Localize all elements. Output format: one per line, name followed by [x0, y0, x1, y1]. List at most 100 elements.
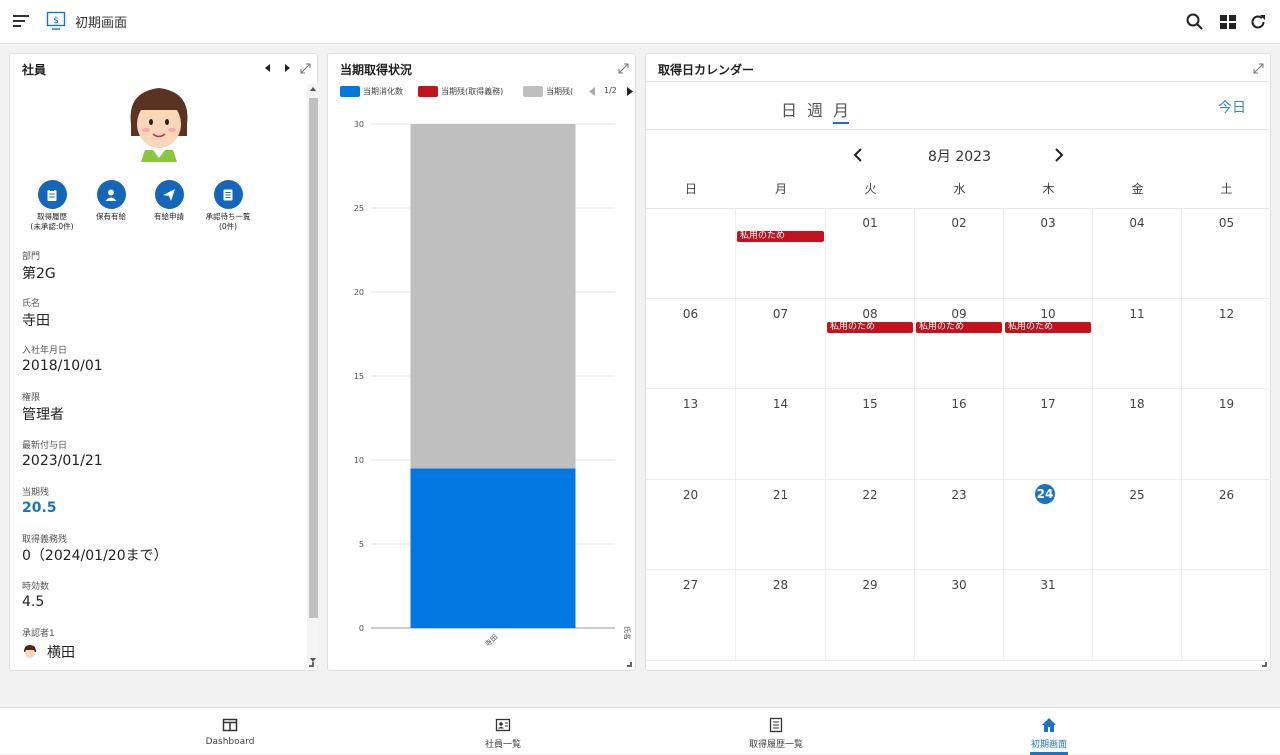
resize-handle[interactable]	[1262, 662, 1267, 667]
tab-day[interactable]: 日	[781, 101, 797, 120]
nav-history[interactable]: 取得履歴一覧	[696, 708, 856, 755]
chart-legend: 当期消化数 当期残(取得義務) 当期残( 1/2	[340, 84, 633, 98]
calendar-day-cell[interactable]: 18	[1093, 389, 1182, 480]
bar-segment	[410, 468, 576, 628]
clipboard-icon	[47, 188, 57, 201]
calendar-panel: 取得日カレンダー 日週月 今日 8月 2023 日月火水木金土 01 02 03 04 0…	[645, 53, 1271, 671]
calendar-day-cell[interactable]: 26	[1182, 480, 1271, 570]
calendar-day-cell[interactable]: 17	[1004, 389, 1093, 480]
nav-dashboard[interactable]: Dashboard	[150, 708, 310, 755]
nav-label: 社員一覧	[484, 740, 521, 750]
calendar-day-cell[interactable]: 30	[915, 570, 1004, 661]
day-number: 30	[951, 578, 967, 592]
scrollbar[interactable]	[307, 84, 319, 666]
calendar-day-cell[interactable]: 28	[736, 570, 826, 661]
calendar-event[interactable]: 私用のため	[1005, 321, 1091, 333]
legend-prev-icon[interactable]	[588, 87, 596, 96]
calendar-day-cell[interactable]	[1182, 570, 1271, 661]
field-label-name: 氏名	[22, 299, 41, 309]
calendar-day-cell[interactable]: 06	[646, 298, 736, 389]
prev-icon[interactable]	[264, 64, 272, 72]
day-number: 08	[862, 306, 878, 321]
today-button[interactable]: 今日	[1218, 97, 1246, 117]
calendar-day-cell[interactable]: 01	[826, 208, 915, 299]
y-tick-label: 30	[354, 120, 364, 129]
calendar-day-cell[interactable]: 03	[1004, 208, 1093, 299]
expand-icon[interactable]	[1253, 63, 1264, 74]
calendar-day-cell[interactable]: 11	[1093, 298, 1182, 389]
legend-item[interactable]: 当期残(取得義務)	[418, 86, 503, 97]
calendar-day-cell[interactable]	[1093, 570, 1182, 661]
day-number: 31	[1040, 578, 1056, 592]
legend-item[interactable]: 当期残(	[523, 86, 583, 97]
day-number: 25	[1129, 487, 1145, 502]
search-icon[interactable]	[1185, 12, 1205, 32]
scrollbar-thumb[interactable]	[309, 98, 318, 618]
nav-employees[interactable]: 社員一覧	[423, 708, 583, 755]
history-button[interactable]: 取得履歴 (未承認:0件)	[22, 180, 82, 232]
calendar-event[interactable]: 私用のため	[827, 321, 913, 333]
calendar-day-cell[interactable]: 25	[1093, 479, 1182, 570]
tab-month[interactable]: 月	[833, 101, 850, 124]
next-icon[interactable]	[283, 64, 291, 72]
calendar-day-cell[interactable]: 15	[826, 389, 915, 480]
calendar-day-cell[interactable]: 19	[1182, 389, 1271, 480]
expand-icon[interactable]	[618, 63, 629, 74]
resize-handle[interactable]	[309, 662, 314, 667]
resize-handle[interactable]	[627, 662, 632, 667]
expand-icon[interactable]	[300, 63, 311, 74]
field-value-expired: 4.5	[22, 594, 45, 610]
bottom-nav: Dashboard 社員一覧 取得履歴一覧 初期画面	[0, 707, 1280, 755]
calendar-day-cell[interactable]	[646, 208, 736, 299]
next-month-icon[interactable]	[1053, 148, 1065, 162]
calendar-day-cell[interactable]: 08	[826, 298, 915, 389]
leave-request-button[interactable]: 有給申請	[139, 180, 199, 222]
calendar-day-cell[interactable]: 20	[646, 479, 736, 570]
leave-balance-button[interactable]: 保有有給	[81, 180, 141, 222]
tab-week[interactable]: 週	[807, 101, 823, 120]
send-icon	[163, 188, 175, 201]
svg-text:$: $	[53, 16, 59, 26]
calendar-day-cell[interactable]	[736, 208, 826, 299]
day-number: 16	[951, 397, 967, 411]
field-label-department: 部門	[22, 252, 41, 262]
calendar-day-cell[interactable]: 27	[646, 570, 736, 661]
prev-month-icon[interactable]	[852, 148, 864, 162]
id-card-icon	[495, 718, 511, 732]
day-number: 07	[772, 306, 789, 321]
weekday-header: 日	[684, 182, 697, 196]
calendar-day-cell[interactable]: 05	[1182, 208, 1271, 299]
calendar-day-cell[interactable]: 04	[1093, 208, 1182, 299]
calendar-day-cell[interactable]: 23	[915, 479, 1004, 570]
legend-next-icon[interactable]	[626, 87, 634, 96]
user-icon	[105, 189, 117, 201]
calendar-day-cell[interactable]: 16	[915, 389, 1004, 480]
nav-label: 初期画面	[1030, 740, 1067, 750]
grid-icon[interactable]	[1218, 12, 1238, 32]
calendar-day-cell[interactable]: 31	[1004, 570, 1093, 661]
refresh-icon[interactable]	[1248, 12, 1268, 32]
menu-icon[interactable]	[13, 15, 29, 27]
calendar-day-cell[interactable]: 14	[736, 389, 826, 480]
calendar-event[interactable]: 私用のため	[737, 231, 824, 242]
page-title: 初期画面	[75, 16, 128, 31]
x-tick-label: 寺田	[484, 633, 500, 649]
pending-approvals-button[interactable]: 承認待ち一覧 (0件)	[198, 180, 258, 232]
calendar-day-cell[interactable]: 09	[915, 298, 1004, 389]
calendar-day-cell[interactable]: 12	[1182, 299, 1271, 389]
calendar-day-cell[interactable]: 21	[736, 479, 826, 570]
dashboard-icon	[222, 718, 238, 732]
day-number: 06	[682, 306, 699, 321]
calendar-day-cell[interactable]: 02	[915, 208, 1004, 299]
legend-item[interactable]: 当期消化数	[340, 86, 403, 97]
calendar-day-cell[interactable]: 13	[646, 389, 736, 480]
avatar	[130, 88, 188, 162]
calendar-day-cell[interactable]: 29	[826, 570, 915, 661]
calendar-day-cell[interactable]: 24	[1004, 479, 1093, 570]
calendar-event[interactable]: 私用のため	[916, 321, 1002, 333]
calendar-day-cell[interactable]: 22	[826, 479, 915, 570]
calendar-day-cell[interactable]: 07	[736, 298, 826, 389]
nav-home[interactable]: 初期画面	[969, 708, 1129, 755]
calendar-day-cell[interactable]: 10	[1004, 298, 1093, 389]
month-label: 8月 2023	[928, 149, 991, 165]
